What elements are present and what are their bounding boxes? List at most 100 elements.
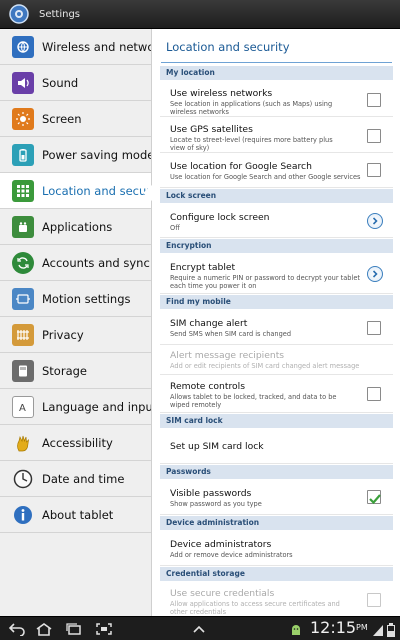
- chevron-up-icon[interactable]: [189, 620, 209, 638]
- section-find-my-mobile: Find my mobile: [160, 295, 393, 309]
- configure-lock-chevron-icon[interactable]: [367, 213, 383, 229]
- configure-lock-screen-row[interactable]: Configure lock screen Off: [160, 204, 393, 238]
- storage-icon: [12, 359, 34, 382]
- row-title: Device administrators: [170, 539, 272, 550]
- row-title: Use secure credentials: [170, 588, 275, 599]
- sidebar-item-label: Location and security: [42, 183, 151, 198]
- sidebar-item-power-saving[interactable]: Power saving mode: [0, 137, 152, 173]
- sidebar-item-label: About tablet: [42, 507, 114, 522]
- use-gps-checkbox[interactable]: [367, 129, 381, 143]
- sidebar-item-accounts-sync[interactable]: Accounts and sync: [0, 245, 151, 281]
- sidebar-item-accessibility[interactable]: Accessibility: [0, 425, 151, 461]
- sidebar-item-label: Accessibility: [42, 435, 113, 450]
- sim-change-alert-row[interactable]: SIM change alert Send SMS when SIM card …: [160, 310, 393, 345]
- visible-passwords-row[interactable]: Visible passwords Show password as you t…: [160, 480, 393, 515]
- accessibility-icon: [12, 432, 34, 454]
- clock-ampm: PM: [356, 623, 368, 632]
- use-gps-row[interactable]: Use GPS satellites Locate to street-leve…: [160, 117, 393, 153]
- info-icon: [12, 504, 34, 526]
- row-subtitle: Add or edit recipients of SIM card chang…: [170, 362, 360, 370]
- remote-controls-row[interactable]: Remote controls Allows tablet to be lock…: [160, 375, 393, 413]
- row-subtitle: Off: [170, 224, 180, 232]
- sim-change-alert-checkbox[interactable]: [367, 321, 381, 335]
- row-title: Remote controls: [170, 381, 246, 392]
- row-title: Use wireless networks: [170, 88, 273, 99]
- sidebar-item-storage[interactable]: Storage: [0, 353, 151, 389]
- section-device-administration: Device administration: [160, 516, 393, 530]
- sidebar-item-date-time[interactable]: Date and time: [0, 461, 151, 497]
- sidebar-item-label: Screen: [42, 111, 82, 126]
- sidebar-item-wireless[interactable]: Wireless and networks: [0, 29, 151, 65]
- sidebar-item-location-security[interactable]: Location and security: [0, 173, 151, 209]
- sidebar-item-applications[interactable]: Applications: [0, 209, 151, 245]
- row-subtitle: Use location for Google Search and other…: [170, 173, 361, 181]
- row-subtitle: Send SMS when SIM card is changed: [170, 330, 292, 338]
- motion-icon: [12, 287, 34, 310]
- home-icon[interactable]: [33, 620, 55, 638]
- sidebar-item-label: Motion settings: [42, 291, 131, 306]
- section-credential-storage: Credential storage: [160, 567, 393, 581]
- row-subtitle: See location in applications (such as Ma…: [170, 100, 333, 116]
- remote-controls-checkbox[interactable]: [367, 387, 381, 401]
- sidebar-item-label: Storage: [42, 363, 87, 378]
- selection-pointer: [143, 185, 152, 201]
- section-encryption: Encryption: [160, 239, 393, 253]
- signal-icon: [372, 622, 384, 636]
- row-title: Set up SIM card lock: [170, 441, 264, 452]
- sidebar-item-language-input[interactable]: A Language and input: [0, 389, 152, 425]
- power-saving-icon: [12, 143, 34, 166]
- settings-gear-icon: [8, 3, 30, 25]
- usb-debug-icon: [290, 622, 302, 636]
- row-subtitle: Allow applications to access secure cert…: [170, 600, 340, 616]
- checkmark-icon: [369, 494, 381, 505]
- section-sim-card-lock: SIM card lock: [160, 414, 393, 428]
- encrypt-tablet-chevron-icon[interactable]: [367, 266, 383, 282]
- location-security-panel: Location and security My location Use wi…: [153, 29, 400, 616]
- row-title: Use location for Google Search: [170, 161, 312, 172]
- row-title: Configure lock screen: [170, 212, 270, 223]
- sidebar-item-sound[interactable]: Sound: [0, 65, 151, 101]
- row-subtitle: Add or remove device administrators: [170, 551, 293, 559]
- encrypt-tablet-row[interactable]: Encrypt tablet Require a numeric PIN or …: [160, 254, 393, 294]
- section-lock-screen: Lock screen: [160, 189, 393, 203]
- applications-icon: [12, 215, 34, 238]
- use-secure-credentials-row: Use secure credentials Allow application…: [160, 582, 393, 616]
- alert-message-recipients-row: Alert message recipients Add or edit rec…: [160, 345, 393, 375]
- google-search-location-checkbox[interactable]: [367, 163, 381, 177]
- section-my-location: My location: [160, 66, 393, 80]
- clock-time: 12:15: [310, 618, 357, 637]
- row-title: Encrypt tablet: [170, 262, 236, 273]
- sidebar-item-label: Language and input: [42, 399, 152, 414]
- sidebar-item-about-tablet[interactable]: About tablet: [0, 497, 151, 533]
- use-wireless-networks-row[interactable]: Use wireless networks See location in ap…: [160, 81, 393, 117]
- sidebar-item-label: Wireless and networks: [42, 39, 151, 54]
- screenshot-icon[interactable]: [93, 620, 115, 638]
- clock-icon: [12, 468, 34, 490]
- sidebar-item-label: Power saving mode: [42, 147, 152, 162]
- row-subtitle: Locate to street-level (requires more ba…: [170, 136, 333, 152]
- privacy-icon: [12, 323, 34, 346]
- row-subtitle: Show password as you type: [170, 500, 262, 508]
- location-icon: [12, 179, 34, 202]
- row-title: Use GPS satellites: [170, 124, 253, 135]
- title-divider: [161, 62, 392, 63]
- google-search-location-row[interactable]: Use location for Google Search Use locat…: [160, 153, 393, 188]
- sidebar-item-screen[interactable]: Screen: [0, 101, 151, 137]
- use-wireless-networks-checkbox[interactable]: [367, 93, 381, 107]
- sidebar-item-label: Privacy: [42, 327, 84, 342]
- sidebar-item-motion[interactable]: Motion settings: [0, 281, 151, 317]
- page-title: Location and security: [166, 40, 290, 54]
- sidebar-item-label: Sound: [42, 75, 79, 90]
- device-administrators-row[interactable]: Device administrators Add or remove devi…: [160, 531, 393, 566]
- sidebar-item-privacy[interactable]: Privacy: [0, 317, 151, 353]
- row-title: Alert message recipients: [170, 350, 285, 361]
- sidebar-item-label: Accounts and sync: [42, 255, 150, 270]
- sidebar-item-label: Date and time: [42, 471, 125, 486]
- sound-icon: [12, 71, 34, 94]
- app-title: Settings: [39, 8, 81, 20]
- set-up-sim-lock-row[interactable]: Set up SIM card lock: [160, 429, 393, 464]
- row-title: SIM change alert: [170, 318, 248, 329]
- recent-apps-icon[interactable]: [63, 620, 85, 638]
- visible-passwords-checkbox[interactable]: [367, 490, 381, 505]
- back-icon[interactable]: [6, 620, 28, 638]
